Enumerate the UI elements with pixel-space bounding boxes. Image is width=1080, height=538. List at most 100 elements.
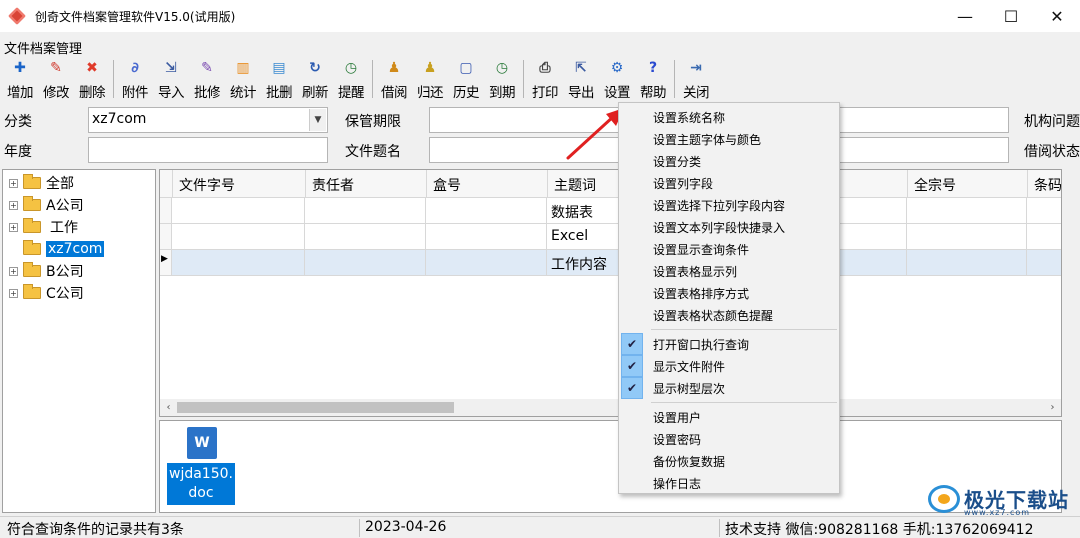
expand-icon[interactable]: + — [9, 200, 18, 210]
toolbar-button-refresh[interactable]: ↻ 刷新 — [297, 58, 333, 101]
table-row[interactable]: Excel — [160, 224, 1061, 250]
toolbar-button-statistics[interactable]: ▥ 统计 — [225, 58, 261, 101]
context-menu-item[interactable]: 设置显示查询条件 — [621, 238, 837, 260]
table-cell[interactable] — [907, 224, 1027, 250]
toolbar-button-plus[interactable]: ✚ 增加 — [2, 58, 38, 101]
scroll-left-icon[interactable]: ‹ — [160, 399, 177, 416]
context-menu-item[interactable]: 设置表格状态颜色提醒 — [621, 304, 837, 326]
context-menu-item-label: 显示文件附件 — [653, 360, 726, 374]
horizontal-scrollbar[interactable]: ‹ › — [160, 399, 1061, 416]
toolbar-button-help[interactable]: ? 帮助 — [635, 58, 671, 101]
context-menu-item-label: 设置表格排序方式 — [653, 287, 750, 301]
column-header[interactable]: 责任者 — [306, 170, 427, 198]
context-menu-item[interactable]: 设置选择下拉列字段内容 — [621, 194, 837, 216]
table-row[interactable]: ▶ 工作内容 — [160, 250, 1061, 276]
toolbar-button-history[interactable]: ▢ 历史 — [448, 58, 484, 101]
toolbar-button-gear[interactable]: ⚙ 设置 — [599, 58, 635, 101]
toolbar-button-due-clock[interactable]: ◷ 到期 — [484, 58, 520, 101]
context-menu-item[interactable]: 设置表格排序方式 — [621, 282, 837, 304]
expand-icon[interactable]: + — [9, 178, 18, 188]
toolbar-button-paperclip[interactable]: ∂ 附件 — [117, 58, 153, 101]
context-menu-item[interactable]: 设置分类 — [621, 150, 837, 172]
toolbar-button-label: 统计 — [230, 85, 257, 101]
pencil-icon: ✎ — [50, 60, 62, 76]
column-header[interactable]: 文件字号 — [173, 170, 306, 198]
column-header[interactable]: 全宗号 — [908, 170, 1028, 198]
context-menu-item[interactable]: 设置用户 — [621, 406, 837, 428]
expand-icon[interactable]: + — [9, 266, 18, 276]
category-select[interactable]: xz7com ▼ — [88, 107, 328, 133]
table-cell[interactable] — [426, 224, 547, 250]
tree-item[interactable]: xz7com — [9, 239, 105, 259]
column-header[interactable]: 条码编号 — [1028, 170, 1061, 198]
row-selector[interactable] — [160, 224, 172, 250]
context-menu-item[interactable]: 设置表格显示列 — [621, 260, 837, 282]
attachment-file[interactable]: W wjda150. doc — [167, 425, 235, 505]
column-header[interactable]: 盒号 — [427, 170, 548, 198]
minimize-button[interactable]: — — [942, 0, 988, 32]
tree-item[interactable]: + 工作 — [9, 217, 78, 237]
table-cell[interactable] — [907, 250, 1027, 276]
table-cell[interactable] — [172, 224, 305, 250]
context-menu-item[interactable]: 操作日志 — [621, 472, 837, 494]
table-cell[interactable] — [1027, 250, 1061, 276]
table-cell[interactable] — [426, 250, 547, 276]
context-menu-item[interactable]: ✔ 打开窗口执行查询 — [621, 333, 837, 355]
year-field[interactable] — [88, 137, 328, 163]
table-cell[interactable] — [172, 250, 305, 276]
row-pointer-icon[interactable]: ▶ — [160, 250, 172, 276]
toolbar-button-export[interactable]: ⇱ 导出 — [563, 58, 599, 101]
context-menu-item[interactable]: 设置列字段 — [621, 172, 837, 194]
folder-icon — [23, 174, 41, 189]
table-row[interactable]: 数据表 — [160, 198, 1061, 224]
context-menu-item-label: 设置分类 — [653, 155, 702, 169]
toolbar-button-label: 关闭 — [683, 85, 710, 101]
toolbar-button-printer[interactable]: ⎙ 打印 — [527, 58, 563, 101]
toolbar-button-pencil[interactable]: ✎ 修改 — [38, 58, 74, 101]
toolbar-button-delete-x[interactable]: ✖ 删除 — [74, 58, 110, 101]
expand-icon[interactable]: + — [9, 288, 18, 298]
table-cell[interactable] — [305, 198, 426, 224]
tree-item[interactable]: + A公司 — [9, 195, 84, 215]
toolbar-button-import[interactable]: ⇲ 导入 — [153, 58, 189, 101]
toolbar-button-exit[interactable]: ⇥ 关闭 — [678, 58, 714, 101]
tree-item[interactable]: + C公司 — [9, 283, 84, 303]
toolbar-button-label: 删除 — [79, 85, 106, 101]
table-cell[interactable] — [426, 198, 547, 224]
context-menu-item[interactable]: ✔ 显示树型层次 — [621, 377, 837, 399]
table-cell[interactable] — [305, 250, 426, 276]
toolbar-button-return[interactable]: ♟ 归还 — [412, 58, 448, 101]
context-menu-item[interactable]: ✔ 显示文件附件 — [621, 355, 837, 377]
row-selector[interactable] — [160, 198, 172, 224]
toolbar-button-clock[interactable]: ◷ 提醒 — [333, 58, 369, 101]
refresh-icon: ↻ — [309, 60, 321, 76]
toolbar-button-batch-delete[interactable]: ▤ 批删 — [261, 58, 297, 101]
context-menu-item[interactable]: 设置文本列字段快捷录入 — [621, 216, 837, 238]
close-button[interactable]: ✕ — [1034, 0, 1080, 32]
table-cell[interactable] — [1027, 198, 1061, 224]
context-menu-item[interactable]: 备份恢复数据 — [621, 450, 837, 472]
table-cell[interactable] — [1027, 224, 1061, 250]
tree-item[interactable]: + B公司 — [9, 261, 84, 281]
paperclip-icon: ∂ — [131, 60, 139, 76]
chevron-down-icon[interactable]: ▼ — [309, 109, 326, 131]
toolbar-button-borrow[interactable]: ♟ 借阅 — [376, 58, 412, 101]
return-icon: ♟ — [423, 60, 437, 76]
maximize-button[interactable]: ☐ — [988, 0, 1034, 32]
table-cell[interactable] — [907, 198, 1027, 224]
scroll-thumb[interactable] — [177, 402, 454, 413]
table-cell[interactable] — [305, 224, 426, 250]
context-menu-item[interactable]: 设置主题字体与颜色 — [621, 128, 837, 150]
tree-item-label: C公司 — [46, 286, 84, 302]
folder-icon — [23, 240, 41, 255]
menu-file-archive[interactable]: 文件档案管理 — [0, 34, 86, 61]
context-menu-item[interactable]: 设置密码 — [621, 428, 837, 450]
table-cell[interactable] — [172, 198, 305, 224]
grid-header: 文件字号责任者盒号主题词全宗号条码编号 — [160, 170, 1061, 198]
tree-item[interactable]: + 全部 — [9, 173, 74, 193]
scroll-right-icon[interactable]: › — [1044, 399, 1061, 416]
expand-icon[interactable]: + — [9, 222, 18, 232]
context-menu-item[interactable]: 设置系统名称 — [621, 106, 837, 128]
tree-item-label: xz7com — [46, 241, 105, 257]
toolbar-button-batch-edit[interactable]: ✎ 批修 — [189, 58, 225, 101]
